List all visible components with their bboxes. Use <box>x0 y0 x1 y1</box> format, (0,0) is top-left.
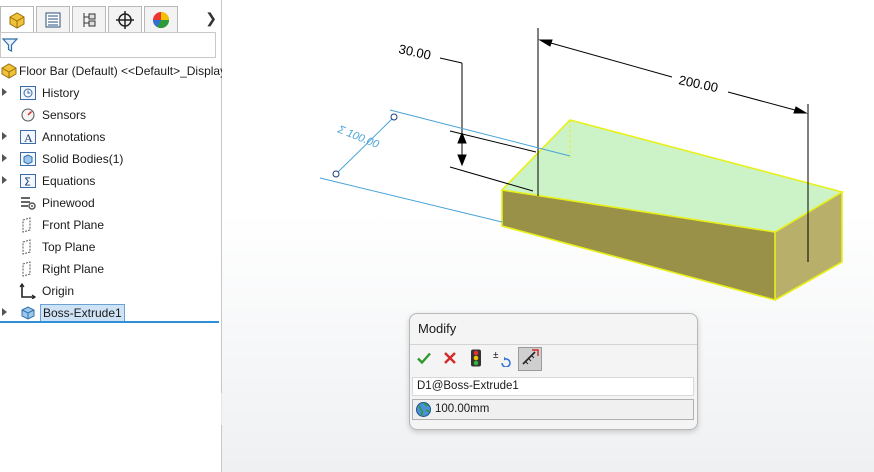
tree-item-solid-bodies-1[interactable]: Solid Bodies(1) <box>0 148 221 170</box>
tree-item-label: Front Plane <box>42 218 105 232</box>
tree-item-label: Boss-Extrude1 <box>40 304 125 322</box>
tree-item-label: Right Plane <box>42 262 105 276</box>
tree-item-label: Pinewood <box>42 196 95 210</box>
dimension-name-field[interactable]: D1@Boss-Extrude1 <box>412 377 694 396</box>
svg-text:A: A <box>24 131 33 145</box>
configuration-icon <box>79 10 99 30</box>
material-icon <box>19 195 37 211</box>
mark-dimension-icon <box>521 348 539 370</box>
tree-item-pinewood[interactable]: Pinewood <box>0 192 221 214</box>
tree-root-part[interactable]: Floor Bar (Default) <<Default>_Display <box>0 60 226 82</box>
tree-item-annotations[interactable]: A Annotations <box>0 126 221 148</box>
tree-item-label: Annotations <box>42 130 106 144</box>
part-icon <box>0 63 18 79</box>
equations-icon: Σ <box>19 173 37 189</box>
tree-item-top-plane[interactable]: Top Plane <box>0 236 221 258</box>
mark-for-drawing-button[interactable] <box>518 347 542 371</box>
svg-text:±: ± <box>493 350 499 361</box>
feature-manager-icon <box>7 10 27 30</box>
tree-root-label: Floor Bar (Default) <<Default>_Display <box>19 64 227 78</box>
tree-item-label: Sensors <box>42 108 87 122</box>
plane-icon <box>19 217 37 233</box>
history-icon <box>19 85 37 101</box>
tree-item-history[interactable]: History <box>0 82 221 104</box>
feature-manager-tab[interactable] <box>0 6 34 32</box>
tree-filter-bar[interactable] <box>0 32 216 58</box>
traffic-light-icon <box>469 349 483 370</box>
tree-item-label: Solid Bodies(1) <box>42 152 124 166</box>
plane-icon <box>19 261 37 277</box>
property-list-icon <box>43 10 63 30</box>
sensor-icon <box>19 107 37 123</box>
tree-item-label: History <box>42 86 80 100</box>
depth-dimension-text: Σ 100.00 <box>335 123 381 151</box>
tree-item-label: Origin <box>42 284 75 298</box>
tree-item-right-plane[interactable]: Right Plane <box>0 258 221 280</box>
modify-dialog: Modify ± D1@Boss-Extrude1 100.00mm <box>409 313 698 430</box>
solid-body-folder-icon <box>19 151 37 167</box>
tree-item-origin[interactable]: Origin <box>0 280 221 302</box>
modify-dialog-title: Modify <box>418 321 457 336</box>
display-manager-tab[interactable] <box>144 6 178 32</box>
cancel-button[interactable] <box>438 347 462 371</box>
x-icon <box>442 350 458 369</box>
spin-increment-button[interactable]: ± <box>490 347 514 371</box>
origin-icon <box>19 282 37 300</box>
feature-manager-panel: ❯ Floor Bar (Default) <<Default>_Display… <box>0 0 226 472</box>
property-manager-tab[interactable] <box>36 6 70 32</box>
expand-arrow-icon[interactable] <box>2 308 7 316</box>
check-icon <box>416 350 432 369</box>
dimxpert-manager-tab[interactable] <box>108 6 142 32</box>
divider <box>410 344 697 345</box>
tree-item-label: Top Plane <box>42 240 96 254</box>
manager-tabs: ❯ <box>0 4 221 32</box>
tree-item-label: Equations <box>42 174 96 188</box>
pie-chart-icon <box>151 10 171 30</box>
svg-text:Σ: Σ <box>24 176 31 189</box>
tree-item-equations[interactable]: Σ Equations <box>0 170 221 192</box>
more-tabs-arrow-icon[interactable]: ❯ <box>205 10 217 27</box>
dimension-value-input[interactable]: 100.00mm <box>412 399 694 420</box>
crosshair-icon <box>115 10 135 30</box>
extrude-feature-icon <box>19 305 37 321</box>
expand-arrow-icon[interactable] <box>2 132 7 140</box>
expand-arrow-icon[interactable] <box>2 88 7 96</box>
tree-rollback-bar[interactable] <box>0 321 219 323</box>
height-dimension-text: 30.00 <box>397 41 432 62</box>
expand-arrow-icon[interactable] <box>2 154 7 162</box>
expand-arrow-icon[interactable] <box>2 176 7 184</box>
rebuild-button[interactable] <box>464 347 488 371</box>
tree-item-front-plane[interactable]: Front Plane <box>0 214 221 236</box>
ok-button[interactable] <box>412 347 436 371</box>
annotation-icon: A <box>19 129 37 145</box>
dimension-value-text: 100.00mm <box>435 403 490 415</box>
length-dimension-text: 200.00 <box>677 72 719 95</box>
tree-item-sensors[interactable]: Sensors <box>0 104 221 126</box>
configuration-manager-tab[interactable] <box>72 6 106 32</box>
plane-icon <box>19 239 37 255</box>
plus-minus-icon: ± <box>492 349 512 370</box>
